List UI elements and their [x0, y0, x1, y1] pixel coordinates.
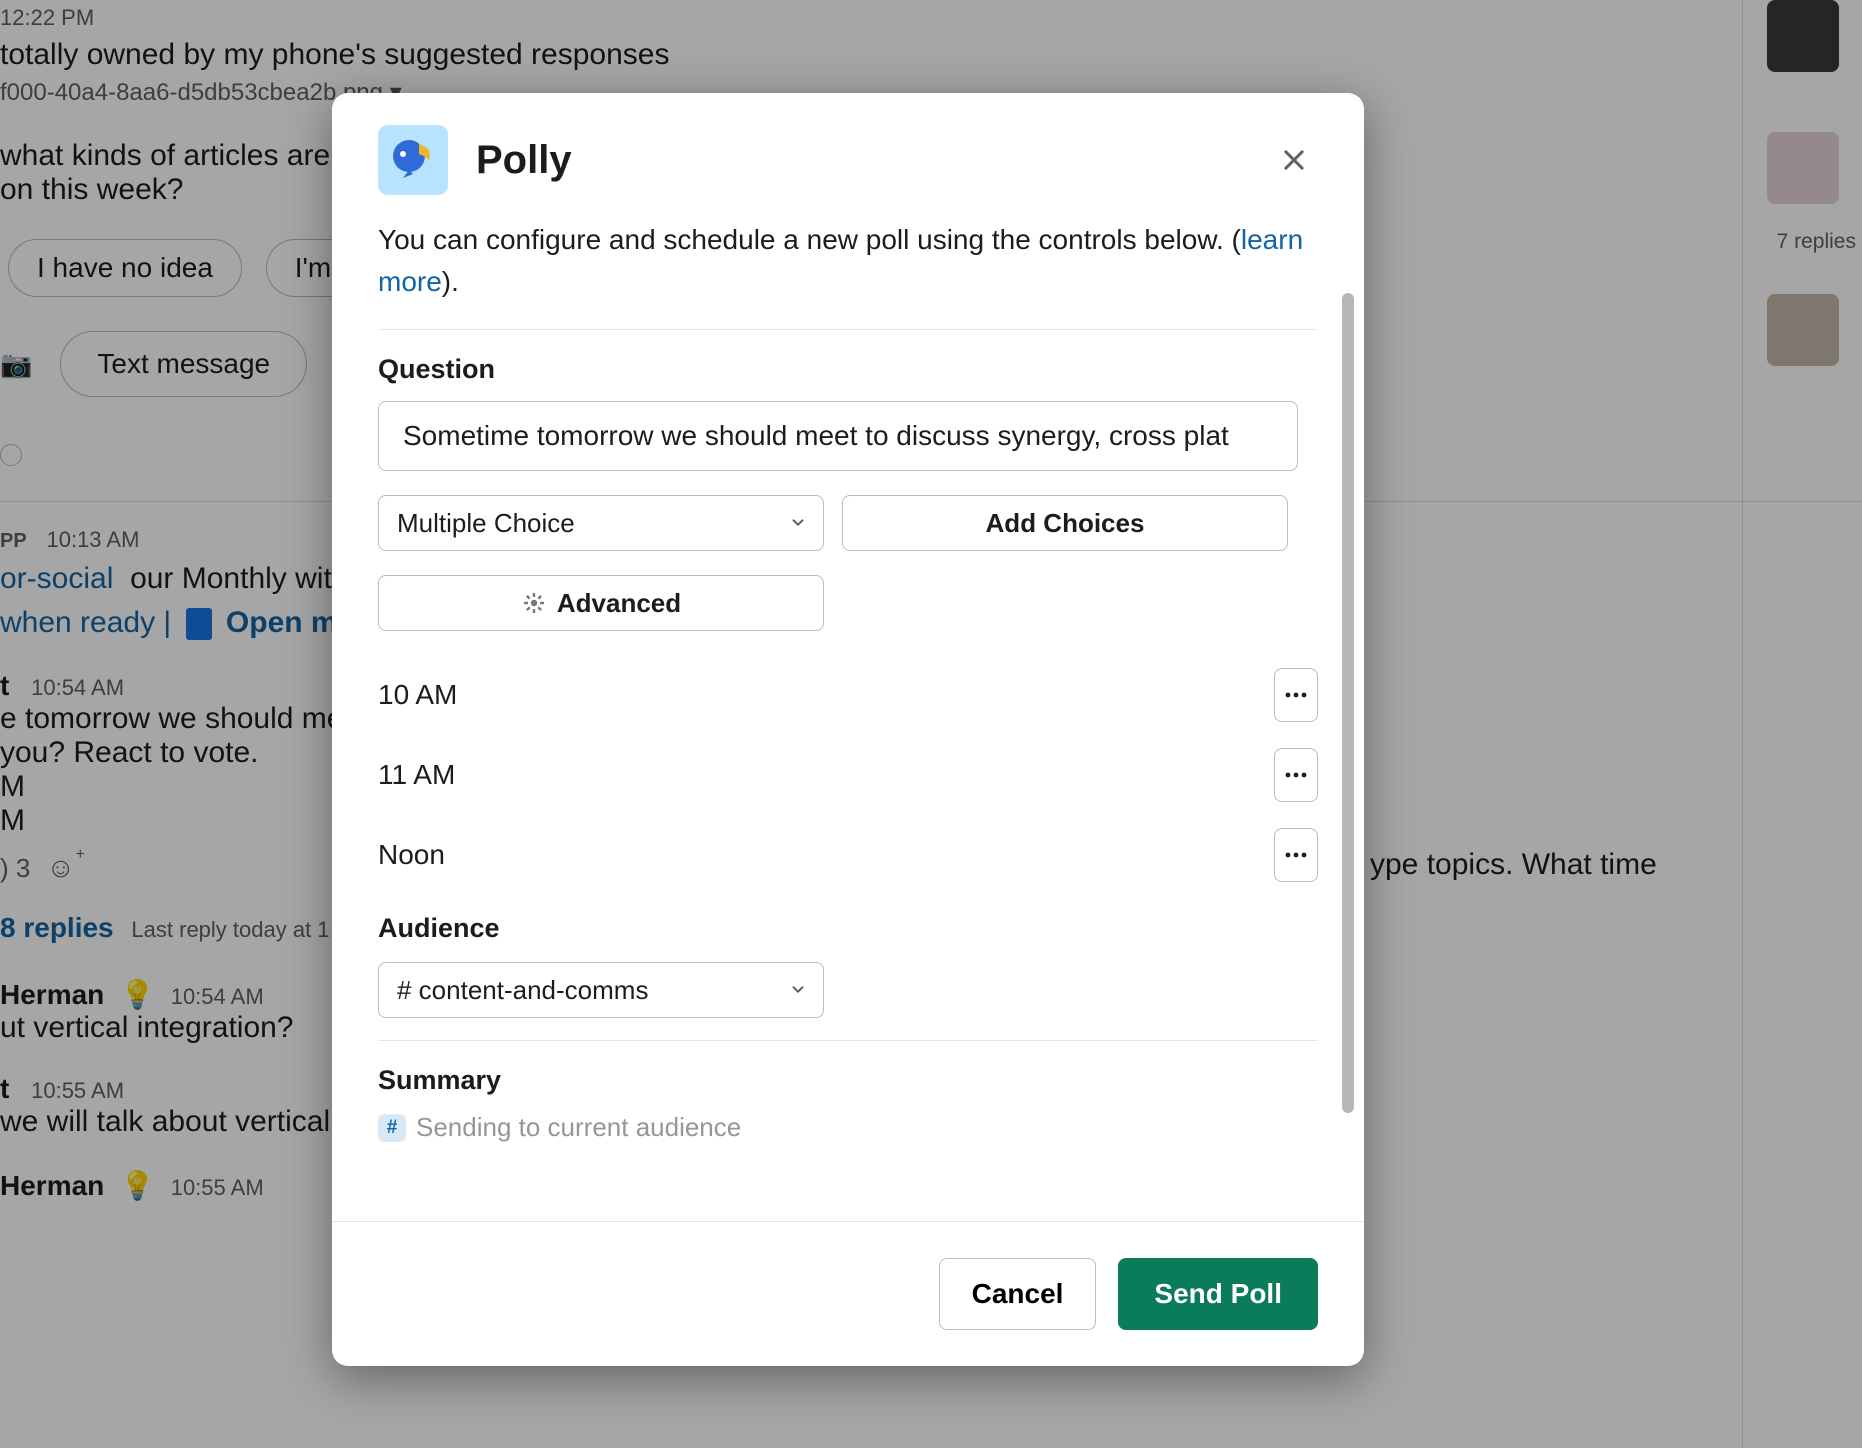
choice-menu-button[interactable]: [1274, 828, 1318, 882]
choice-menu-button[interactable]: [1274, 668, 1318, 722]
question-label: Question: [378, 354, 1318, 385]
polly-modal: Polly You can configure and schedule a n…: [332, 93, 1364, 1366]
choice-text: 11 AM: [378, 759, 455, 791]
advanced-button[interactable]: Advanced: [378, 575, 824, 631]
audience-select[interactable]: # content-and-comms: [378, 962, 824, 1018]
summary-label: Summary: [378, 1065, 1318, 1096]
chevron-down-icon: [789, 508, 807, 539]
poll-type-value: Multiple Choice: [397, 508, 575, 539]
add-choices-button[interactable]: Add Choices: [842, 495, 1288, 551]
poll-type-select[interactable]: Multiple Choice: [378, 495, 824, 551]
gear-icon: [521, 590, 547, 616]
send-poll-button[interactable]: Send Poll: [1118, 1258, 1318, 1330]
question-input[interactable]: [378, 401, 1298, 471]
choice-text: 10 AM: [378, 679, 457, 711]
choice-row: 10 AM: [378, 655, 1318, 735]
chevron-down-icon: [789, 975, 807, 1006]
summary-line: # Sending to current audience: [378, 1112, 1318, 1143]
choice-row: 11 AM: [378, 735, 1318, 815]
cancel-button[interactable]: Cancel: [939, 1258, 1097, 1330]
choice-menu-button[interactable]: [1274, 748, 1318, 802]
modal-title: Polly: [476, 138, 572, 183]
choice-text: Noon: [378, 839, 445, 871]
modal-scrollbar[interactable]: [1342, 293, 1354, 1113]
audience-label: Audience: [378, 913, 1318, 944]
channel-icon: #: [378, 1114, 406, 1142]
close-button[interactable]: [1270, 136, 1318, 184]
choice-row: Noon: [378, 815, 1318, 895]
modal-intro: You can configure and schedule a new pol…: [378, 219, 1318, 303]
audience-value: # content-and-comms: [397, 975, 648, 1006]
polly-app-icon: [378, 125, 448, 195]
